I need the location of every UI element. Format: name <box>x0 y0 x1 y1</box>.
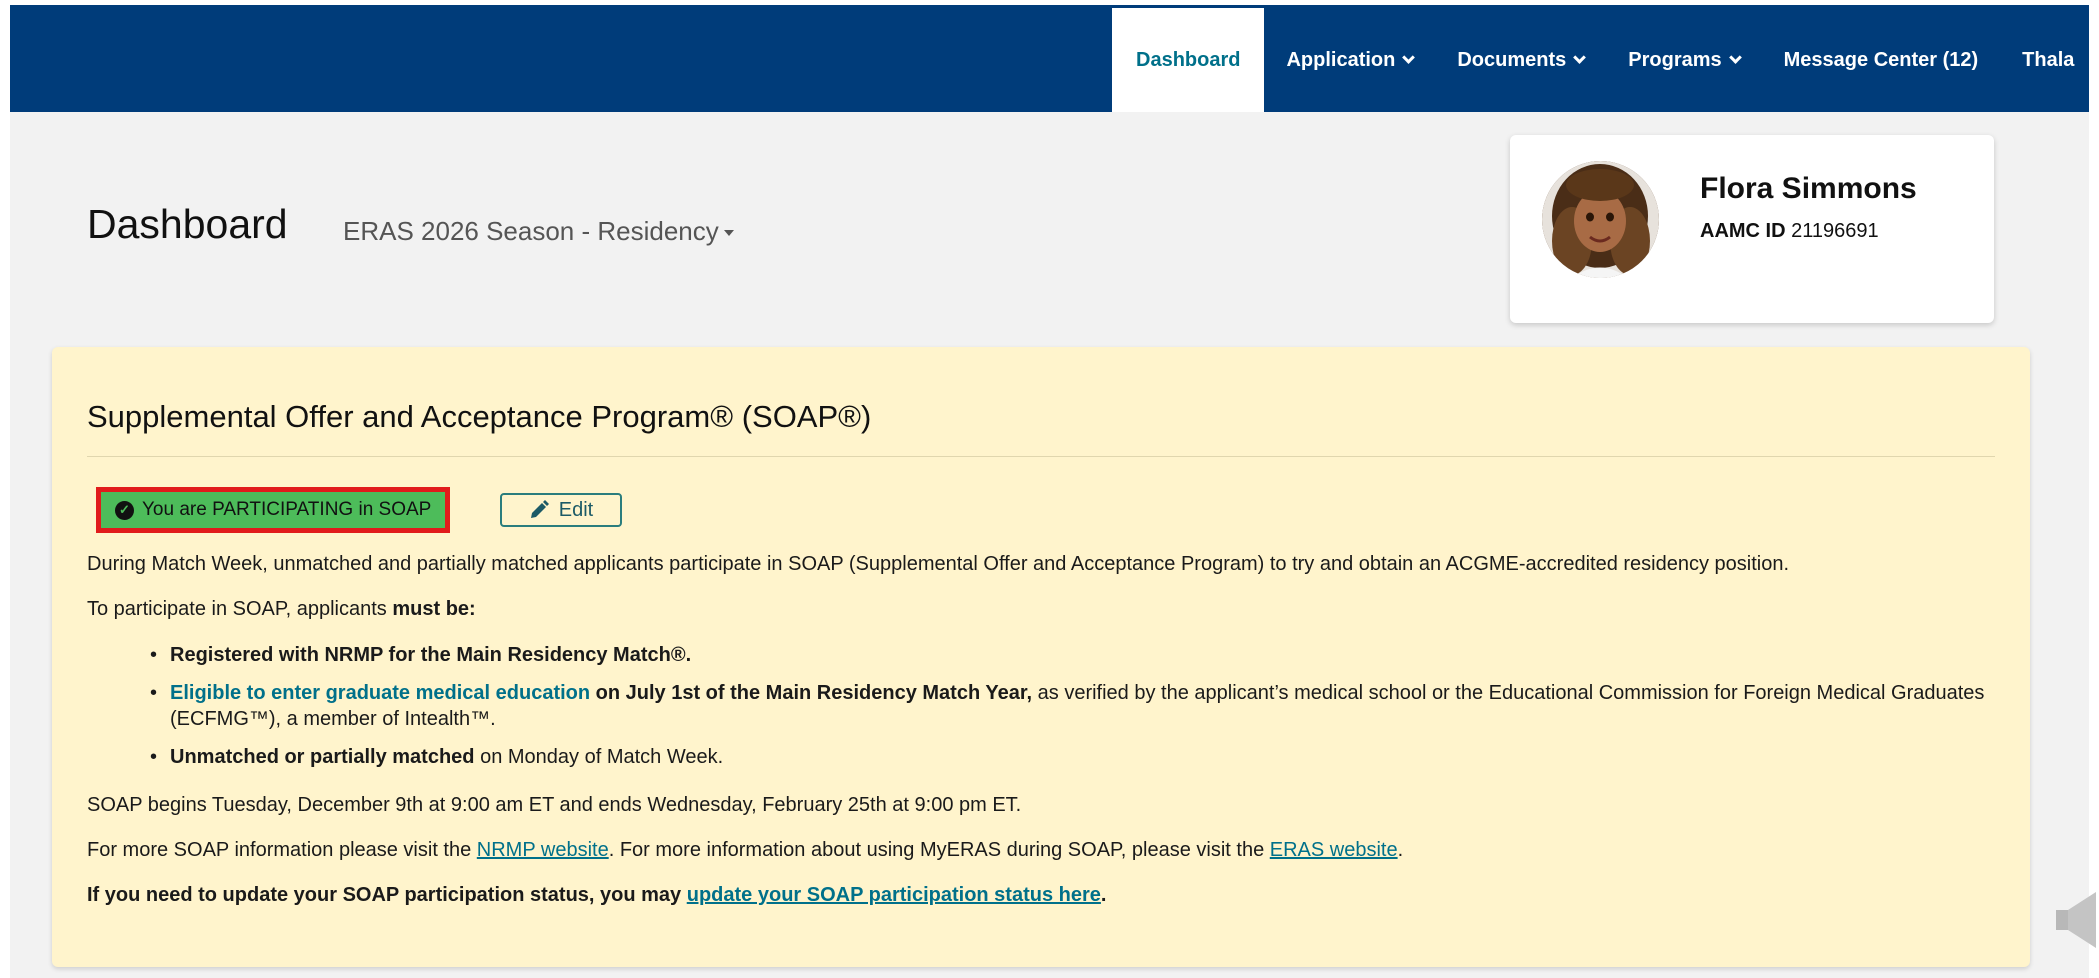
nav-message-center[interactable]: Message Center (12) <box>1762 8 2001 112</box>
soap-info: For more SOAP information please visit t… <box>87 839 1403 862</box>
divider <box>87 456 1995 457</box>
aamc-id-label: AAMC ID <box>1700 220 1786 242</box>
app-frame: Dashboard Application Documents Programs… <box>10 5 2089 978</box>
chevron-down-icon <box>1728 50 1742 64</box>
aamc-id-value: 21196691 <box>1791 220 1879 242</box>
soap-dates: SOAP begins Tuesday, December 9th at 9:0… <box>87 794 1022 816</box>
update-end-text: . <box>1100 884 1107 906</box>
edit-button-label: Edit <box>558 498 594 521</box>
caret-down-icon <box>723 229 734 236</box>
update-lead-text: If you need to update your SOAP particip… <box>87 884 687 906</box>
nav-dashboard[interactable]: Dashboard <box>1112 8 1265 112</box>
season-selector-label: ERAS 2026 Season - Residency <box>343 216 719 246</box>
soap-requirements-lead: To participate in SOAP, applicants must … <box>87 598 476 621</box>
profile-card: Flora Simmons AAMC ID 21196691 <box>1510 135 1994 323</box>
soap-intro: During Match Week, unmatched and partial… <box>87 553 1790 575</box>
nav-dashboard-label: Dashboard <box>1136 48 1241 71</box>
edit-button[interactable]: Edit <box>500 493 622 527</box>
requirements-must-text: must be: <box>392 598 476 620</box>
profile-name: Flora Simmons <box>1700 172 1917 205</box>
nav-documents-label: Documents <box>1457 48 1567 71</box>
eras-website-link[interactable]: ERAS website <box>1270 839 1398 861</box>
list-item: Unmatched or partially matched on Monday… <box>150 744 2020 770</box>
nav-user-menu[interactable]: Thala <box>2000 8 2089 112</box>
speaker-icon[interactable] <box>2056 890 2096 950</box>
req3-rest-text: on Monday of Match Week. <box>474 746 724 768</box>
list-item: Eligible to enter graduate medical educa… <box>150 680 2020 732</box>
req3-bold-text: Unmatched or partially matched <box>170 746 475 768</box>
soap-status-badge: ✓ You are PARTICIPATING in SOAP <box>96 487 451 533</box>
top-navbar: Dashboard Application Documents Programs… <box>10 5 2089 112</box>
info-text-3: . <box>1397 839 1404 861</box>
profile-aamc-id: AAMC ID 21196691 <box>1700 220 1879 243</box>
nav-message-center-label: Message Center (12) <box>1783 48 1979 71</box>
avatar <box>1542 161 1659 278</box>
check-circle-icon: ✓ <box>115 500 134 520</box>
eligible-gme-link[interactable]: Eligible to enter graduate medical educa… <box>170 682 590 704</box>
soap-status-text: You are PARTICIPATING in SOAP <box>142 499 432 520</box>
nav-menu: Dashboard Application Documents Programs… <box>1112 8 2089 112</box>
chevron-down-icon <box>1573 50 1587 64</box>
season-selector[interactable]: ERAS 2026 Season - Residency <box>343 216 734 247</box>
nav-application[interactable]: Application <box>1264 8 1435 112</box>
update-status-link[interactable]: update your SOAP participation status he… <box>687 884 1101 906</box>
req2-bold-text: on July 1st of the Main Residency Match … <box>590 682 1033 704</box>
nav-programs[interactable]: Programs <box>1606 8 1761 112</box>
chevron-down-icon <box>1402 50 1416 64</box>
soap-panel: Supplemental Offer and Acceptance Progra… <box>52 347 2030 967</box>
nav-application-label: Application <box>1286 48 1396 71</box>
nav-user-menu-label: Thala <box>2022 48 2075 71</box>
info-text-1: For more SOAP information please visit t… <box>87 839 477 861</box>
pencil-icon <box>530 500 549 518</box>
req1-text: Registered with NRMP for the Main Reside… <box>170 644 692 666</box>
info-text-2: . For more information about using MyERA… <box>608 839 1270 861</box>
soap-title: Supplemental Offer and Acceptance Progra… <box>87 399 872 434</box>
page-title: Dashboard <box>87 201 288 247</box>
requirements-list: Registered with NRMP for the Main Reside… <box>150 642 2020 782</box>
list-item: Registered with NRMP for the Main Reside… <box>150 642 2020 668</box>
nav-documents[interactable]: Documents <box>1435 8 1606 112</box>
requirements-lead-text: To participate in SOAP, applicants <box>87 598 393 620</box>
soap-update: If you need to update your SOAP particip… <box>87 884 1106 907</box>
nrmp-website-link[interactable]: NRMP website <box>477 839 609 861</box>
nav-programs-label: Programs <box>1628 48 1722 71</box>
